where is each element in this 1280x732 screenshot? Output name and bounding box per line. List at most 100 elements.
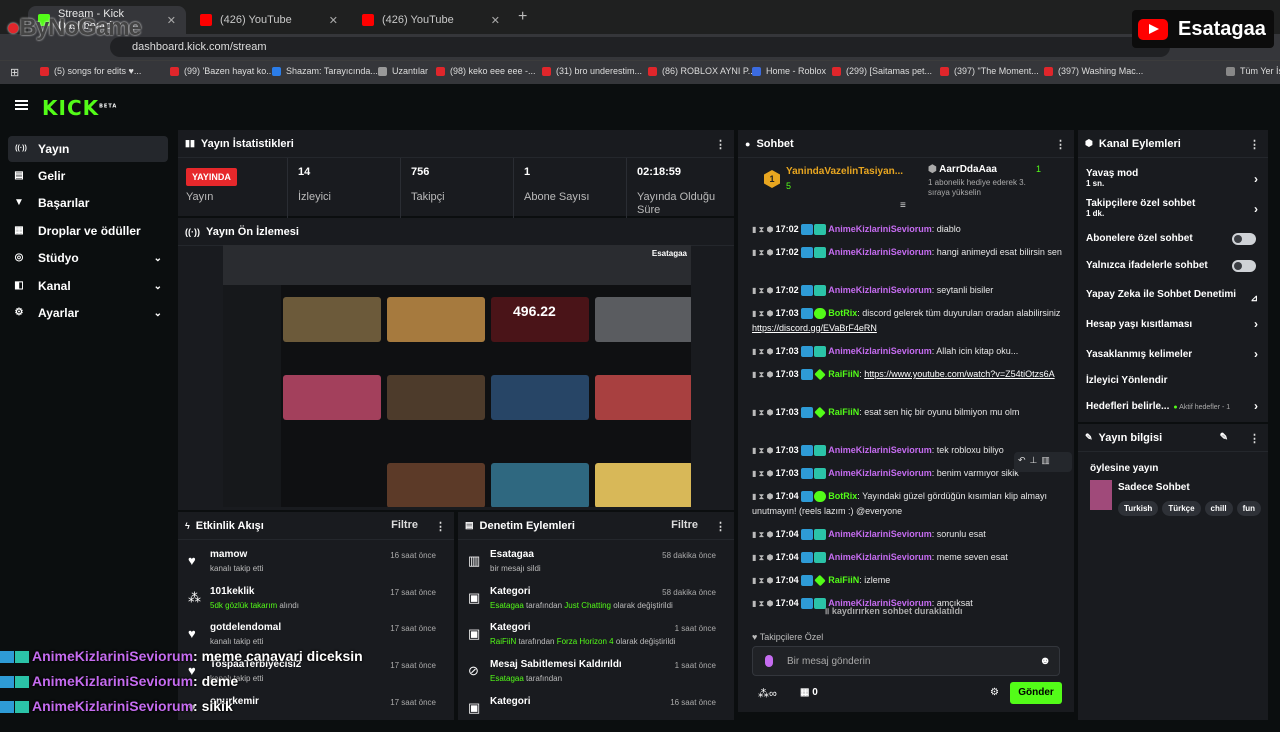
followers-only-row[interactable]: Takipçilere özel sohbet 1 dk. › bbox=[1086, 198, 1264, 218]
sidebar-item-basarilar[interactable]: ▼ Başarılar bbox=[8, 190, 168, 216]
message-username[interactable]: AnimeKizlariniSeviorum bbox=[828, 247, 932, 257]
tab-youtube-2[interactable]: (426) YouTube ✕ bbox=[352, 6, 510, 34]
mod-tools-icon[interactable]: ▮ ⧗ ⬢ bbox=[752, 309, 776, 318]
mod-tools-icon[interactable]: ▮ ⧗ ⬢ bbox=[752, 469, 776, 478]
mod-tools-icon[interactable]: ▮ ⧗ ⬢ bbox=[752, 599, 776, 608]
more-options-icon[interactable]: ⋮ bbox=[435, 520, 446, 533]
bookmark[interactable]: (397) Washing Mac... bbox=[1044, 66, 1143, 76]
url-field[interactable]: dashboard.kick.com/stream bbox=[110, 37, 1170, 57]
tag[interactable]: Türkçe bbox=[1162, 501, 1201, 516]
message-username[interactable]: RaiFiiN bbox=[828, 369, 859, 379]
new-tab-button[interactable]: + bbox=[518, 8, 527, 26]
more-options-icon[interactable]: ⋮ bbox=[715, 520, 726, 533]
message-username[interactable]: AnimeKizlariniSeviorum bbox=[828, 285, 932, 295]
more-options-icon[interactable]: ⋮ bbox=[1249, 138, 1260, 151]
sidebar-item-yayin[interactable]: ((·)) Yayın bbox=[8, 136, 168, 162]
message-username[interactable]: BotRix bbox=[828, 308, 857, 318]
ai-moderation-row[interactable]: Yapay Zeka ile Sohbet Denetimi ⊿ bbox=[1086, 289, 1264, 303]
message-username[interactable]: AnimeKizlariniSeviorum bbox=[828, 529, 932, 539]
tag[interactable]: Turkish bbox=[1118, 501, 1159, 516]
slow-mode-row[interactable]: Yavaş mod 1 sn. › bbox=[1086, 168, 1264, 188]
mod-tools-icon[interactable]: ▮ ⧗ ⬢ bbox=[752, 225, 776, 234]
message-username[interactable]: AnimeKizlariniSeviorum bbox=[828, 224, 932, 234]
close-tab-icon[interactable]: ✕ bbox=[167, 14, 176, 27]
mod-tools-icon[interactable]: ▮ ⧗ ⬢ bbox=[752, 553, 776, 562]
filter-button[interactable]: Filtre bbox=[671, 519, 698, 531]
chat-message[interactable]: ▮ ⧗ ⬢ 17:03 BotRix: discord gelerek tüm … bbox=[752, 306, 1062, 335]
sidebar-item-studyo[interactable]: ◎ Stüdyo ⌄ bbox=[8, 245, 168, 271]
chat-message[interactable]: ▮ ⧗ ⬢ 17:03 RaiFiiN: esat sen hiç bir oy… bbox=[752, 405, 1062, 420]
filter-button[interactable]: Filtre bbox=[391, 519, 418, 531]
sidebar-item-kanal[interactable]: ◧ Kanal ⌄ bbox=[8, 273, 168, 299]
mod-tools-icon[interactable]: ▮ ⧗ ⬢ bbox=[752, 370, 776, 379]
message-username[interactable]: RaiFiiN bbox=[828, 575, 859, 585]
bookmark[interactable]: (99) 'Bazen hayat ko... bbox=[170, 66, 274, 76]
mod-tools-icon[interactable]: ▮ ⧗ ⬢ bbox=[752, 408, 776, 417]
chat-settings-icon[interactable]: ⚙ bbox=[990, 687, 999, 698]
message-username[interactable]: AnimeKizlariniSeviorum bbox=[828, 445, 932, 455]
chat-message[interactable]: ▮ ⧗ ⬢ 17:03 AnimeKizlariniSeviorum: Alla… bbox=[752, 344, 1062, 359]
stream-preview-video[interactable]: Esatagaa 496.22 bbox=[223, 245, 691, 507]
tag[interactable]: fun bbox=[1236, 501, 1261, 516]
chat-paused-notice[interactable]: ॥ kaydırırken sohbet duraklatıldı bbox=[824, 604, 962, 617]
close-tab-icon[interactable]: ✕ bbox=[491, 14, 500, 27]
chat-message[interactable]: ▮ ⧗ ⬢ 17:04 RaiFiiN: izleme bbox=[752, 573, 1062, 588]
microphone-icon[interactable] bbox=[765, 655, 773, 667]
chat-message[interactable]: ▮ ⧗ ⬢ 17:02 AnimeKizlariniSeviorum: diab… bbox=[752, 222, 1062, 237]
chat-message[interactable]: ▮ ⧗ ⬢ 17:04 BotRix: Yayındaki güzel görd… bbox=[752, 489, 1062, 518]
emoji-icon[interactable]: ☻ bbox=[1039, 655, 1051, 667]
sidebar-item-gelir[interactable]: ▤ Gelir bbox=[8, 163, 168, 189]
menu-icon[interactable] bbox=[15, 100, 28, 110]
message-username[interactable]: RaiFiiN bbox=[828, 407, 859, 417]
bookmark[interactable]: (5) songs for edits ♥... bbox=[40, 66, 141, 76]
chat-input[interactable]: Bir mesaj gönderin ☻ bbox=[752, 646, 1060, 676]
bookmark[interactable]: Uzantılar bbox=[378, 66, 428, 76]
reply-icon[interactable]: ↶ bbox=[1018, 455, 1030, 465]
kick-logo[interactable]: KICKBETA bbox=[42, 96, 117, 120]
chat-message[interactable]: ▮ ⧗ ⬢ 17:04 AnimeKizlariniSeviorum: meme… bbox=[752, 550, 1062, 565]
channel-points-icon[interactable]: ⁂∞ bbox=[758, 687, 777, 700]
tab-youtube-1[interactable]: (426) YouTube ✕ bbox=[190, 6, 348, 34]
sidebar-item-ayarlar[interactable]: ⚙ Ayarlar ⌄ bbox=[8, 300, 168, 326]
close-tab-icon[interactable]: ✕ bbox=[329, 14, 338, 27]
message-link[interactable]: https://www.youtube.com/watch?v=Z54tiOtz… bbox=[864, 369, 1054, 379]
bookmark[interactable]: (86) ROBLOX AYNI P... bbox=[648, 66, 755, 76]
banned-words-row[interactable]: Yasaklanmış kelimeler › bbox=[1086, 347, 1264, 361]
account-age-row[interactable]: Hesap yaşı kısıtlaması › bbox=[1086, 317, 1264, 331]
apps-grid-icon[interactable]: ⊞ bbox=[10, 66, 19, 79]
bookmark[interactable]: (98) keko eee eee -... bbox=[436, 66, 536, 76]
mod-tools-icon[interactable]: ▮ ⧗ ⬢ bbox=[752, 492, 776, 501]
edit-icon[interactable]: ✎ bbox=[1220, 432, 1228, 443]
bookmark[interactable]: Shazam: Tarayıcında... bbox=[272, 66, 378, 76]
bookmark[interactable]: (31) bro underestim... bbox=[542, 66, 642, 76]
points-counter[interactable]: ▦ 0 bbox=[800, 687, 818, 698]
mod-tools-icon[interactable]: ▮ ⧗ ⬢ bbox=[752, 286, 776, 295]
chat-message[interactable]: ▮ ⧗ ⬢ 17:04 AnimeKizlariniSeviorum: soru… bbox=[752, 527, 1062, 542]
trash-icon[interactable]: ▥ bbox=[1041, 455, 1054, 465]
tag[interactable]: chill bbox=[1204, 501, 1233, 516]
mod-tools-icon[interactable]: ▮ ⧗ ⬢ bbox=[752, 248, 776, 257]
subscribers-only-toggle[interactable] bbox=[1232, 233, 1256, 245]
bookmark[interactable]: Home - Roblox bbox=[752, 66, 826, 76]
second-gifter[interactable]: ⬢ AarrDdaAaa bbox=[928, 164, 997, 175]
mod-tools-icon[interactable]: ▮ ⧗ ⬢ bbox=[752, 576, 776, 585]
message-username[interactable]: AnimeKizlariniSeviorum bbox=[828, 468, 932, 478]
bookmark-folder[interactable]: Tüm Yer İş bbox=[1226, 66, 1280, 76]
chat-message[interactable]: ▮ ⧗ ⬢ 17:02 AnimeKizlariniSeviorum: seyt… bbox=[752, 283, 1062, 298]
mod-tools-icon[interactable]: ▮ ⧗ ⬢ bbox=[752, 347, 776, 356]
message-username[interactable]: BotRix bbox=[828, 491, 857, 501]
chat-message[interactable]: ▮ ⧗ ⬢ 17:03 RaiFiiN: https://www.youtube… bbox=[752, 367, 1062, 382]
pin-icon[interactable]: ⊥ bbox=[1030, 455, 1042, 465]
sidebar-item-droplar[interactable]: ▦ Droplar ve ödüller bbox=[8, 218, 168, 244]
more-options-icon[interactable]: ⋮ bbox=[715, 138, 726, 151]
message-username[interactable]: AnimeKizlariniSeviorum bbox=[828, 552, 932, 562]
more-options-icon[interactable]: ⋮ bbox=[1055, 138, 1066, 151]
more-options-icon[interactable]: ⋮ bbox=[1249, 432, 1260, 445]
emote-only-toggle[interactable] bbox=[1232, 260, 1256, 272]
message-link[interactable]: https://discord.gg/EVaBrF4eRN bbox=[752, 323, 877, 333]
message-username[interactable]: AnimeKizlariniSeviorum bbox=[828, 346, 932, 356]
bookmark[interactable]: (397) "The Moment... bbox=[940, 66, 1039, 76]
collapse-icon[interactable]: ≡ bbox=[900, 200, 906, 211]
mod-tools-icon[interactable]: ▮ ⧗ ⬢ bbox=[752, 530, 776, 539]
category-name[interactable]: Sadece Sohbet bbox=[1118, 482, 1190, 493]
